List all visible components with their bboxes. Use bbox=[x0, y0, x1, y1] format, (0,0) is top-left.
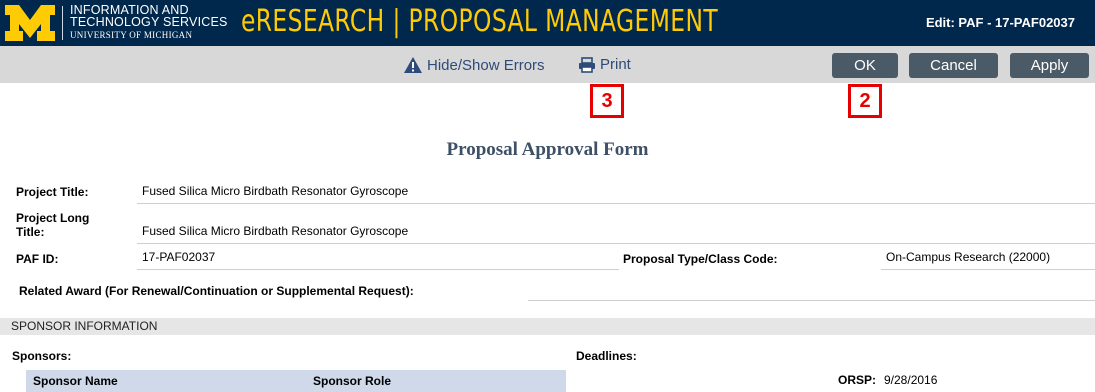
deadlines-label: Deadlines: bbox=[576, 349, 637, 363]
project-title-rule bbox=[137, 203, 1095, 204]
app-header: INFORMATION AND TECHNOLOGY SERVICES UNIV… bbox=[0, 0, 1095, 46]
paf-id-label: PAF ID: bbox=[16, 252, 59, 266]
proposal-type-rule bbox=[881, 269, 1095, 270]
sponsor-section-title: SPONSOR INFORMATION bbox=[11, 319, 158, 333]
university-m-logo bbox=[5, 5, 55, 41]
project-long-title-rule bbox=[137, 243, 1095, 244]
callout-marker-print: 3 bbox=[590, 84, 624, 118]
project-long-title-label-line1: Project Long bbox=[16, 211, 90, 225]
apply-button[interactable]: Apply bbox=[1010, 53, 1089, 78]
printer-icon bbox=[579, 56, 595, 73]
logo-divider bbox=[62, 6, 63, 40]
cancel-button[interactable]: Cancel bbox=[909, 53, 998, 78]
proposal-type-value: On-Campus Research (22000) bbox=[886, 250, 1051, 264]
callout-marker-ok: 2 bbox=[848, 84, 882, 118]
related-award-label: Related Award (For Renewal/Continuation … bbox=[19, 284, 414, 298]
edit-record-label: Edit: PAF - 17-PAF02037 bbox=[925, 15, 1075, 30]
hide-show-errors-link[interactable]: Hide/Show Errors bbox=[403, 56, 545, 74]
sponsor-role-column-header: Sponsor Role bbox=[313, 374, 392, 388]
warning-icon bbox=[404, 57, 422, 73]
sponsor-section-header bbox=[0, 318, 1095, 335]
sponsor-name-column-header: Sponsor Name bbox=[33, 374, 118, 388]
hide-show-errors-label: Hide/Show Errors bbox=[427, 56, 545, 74]
paf-id-rule bbox=[137, 269, 619, 270]
orsp-deadline-label: ORSP: bbox=[838, 373, 877, 387]
print-link[interactable]: Print bbox=[578, 56, 631, 73]
print-label: Print bbox=[600, 56, 631, 73]
paf-id-value: 17-PAF02037 bbox=[142, 250, 216, 264]
form-title: Proposal Approval Form bbox=[446, 139, 649, 160]
project-title-value: Fused Silica Micro Birdbath Resonator Gy… bbox=[142, 184, 409, 198]
action-toolbar: Hide/Show Errors Print OK Cancel Apply bbox=[0, 46, 1095, 83]
orsp-deadline-value: 9/28/2016 bbox=[884, 373, 938, 387]
app-title: eRESEARCH | PROPOSAL MANAGEMENT bbox=[241, 4, 719, 39]
project-title-label: Project Title: bbox=[16, 185, 89, 199]
its-line-3: UNIVERSITY OF MICHIGAN bbox=[70, 30, 193, 40]
related-award-rule bbox=[528, 300, 1095, 301]
its-line-2: TECHNOLOGY SERVICES bbox=[70, 15, 228, 29]
proposal-type-label: Proposal Type/Class Code: bbox=[623, 252, 778, 266]
ok-button[interactable]: OK bbox=[832, 53, 898, 78]
project-long-title-value: Fused Silica Micro Birdbath Resonator Gy… bbox=[142, 224, 409, 238]
its-wordmark: INFORMATION AND TECHNOLOGY SERVICES UNIV… bbox=[70, 4, 228, 41]
project-long-title-label-line2: Title: bbox=[16, 225, 45, 239]
sponsors-label: Sponsors: bbox=[12, 349, 72, 363]
